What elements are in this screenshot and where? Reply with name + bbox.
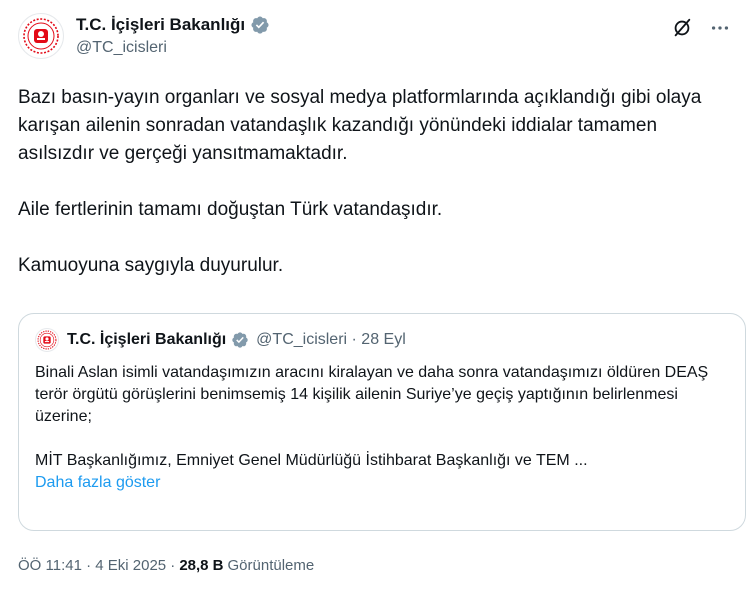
more-button[interactable]: [708, 16, 732, 40]
grok-icon: [674, 18, 691, 37]
quoted-display-name[interactable]: T.C. İçişleri Bakanlığı: [67, 329, 226, 351]
quoted-tweet[interactable]: T.C. İçişleri Bakanlığı @TC_icisleri · 2…: [18, 313, 746, 531]
verified-badge-icon[interactable]: [250, 15, 270, 35]
quoted-tweet-header: T.C. İçişleri Bakanlığı @TC_icisleri · 2…: [35, 328, 729, 352]
views-count: 28,8 B: [179, 557, 224, 574]
tweet-timestamp[interactable]: ÖÖ 11:41 · 4 Eki 2025 ·: [18, 557, 175, 574]
quoted-avatar[interactable]: [35, 328, 59, 352]
ministry-emblem-icon: [37, 330, 57, 350]
quoted-paragraph: MİT Başkanlığımız, Emniyet Genel Müdürlü…: [35, 452, 588, 469]
author-name-row: T.C. İçişleri Bakanlığı: [76, 14, 270, 35]
author-display-name[interactable]: T.C. İçişleri Bakanlığı: [76, 14, 245, 35]
tweet-paragraph: Kamuoyuna saygıyla duyurulur.: [18, 255, 284, 276]
tweet-header: T.C. İçişleri Bakanlığı @TC_icisleri: [18, 12, 732, 60]
tweet-text: Bazı basın-yayın organları ve sosyal med…: [18, 84, 728, 280]
tweet-paragraph: Bazı basın-yayın organları ve sosyal med…: [18, 87, 702, 164]
avatar[interactable]: [18, 13, 64, 59]
header-actions: [670, 16, 732, 40]
author-info: T.C. İçişleri Bakanlığı @TC_icisleri: [76, 14, 270, 57]
ministry-emblem-icon: [23, 18, 59, 54]
views-label: Görüntüleme: [227, 557, 315, 574]
verified-badge-icon[interactable]: [231, 331, 249, 349]
quoted-handle-date[interactable]: @TC_icisleri · 28 Eyl: [256, 329, 406, 351]
tweet-paragraph: Aile fertlerinin tamamı doğuştan Türk va…: [18, 199, 443, 220]
tweet-meta: ÖÖ 11:41 · 4 Eki 2025 · 28,8 B Görüntüle…: [18, 557, 314, 574]
quoted-text: Binali Aslan isimli vatandaşımızın aracı…: [35, 362, 729, 472]
more-icon: [711, 26, 729, 30]
grok-button[interactable]: [670, 16, 694, 40]
tweet: T.C. İçişleri Bakanlığı @TC_icisleri Baz…: [0, 0, 750, 589]
author-handle[interactable]: @TC_icisleri: [76, 38, 270, 58]
show-more-link[interactable]: Daha fazla göster: [35, 472, 729, 494]
quoted-paragraph: Binali Aslan isimli vatandaşımızın aracı…: [35, 364, 709, 425]
